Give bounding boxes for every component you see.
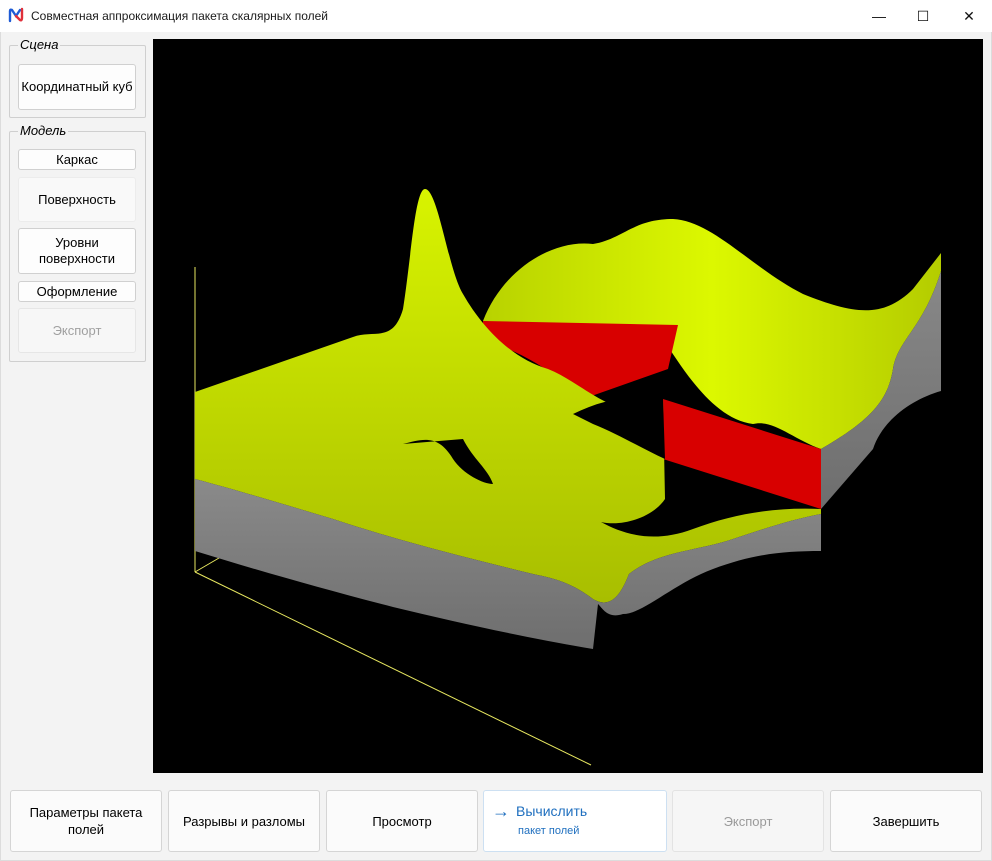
wireframe-button-label: Каркас bbox=[56, 151, 98, 167]
title-bar: Совместная аппроксимация пакета скалярны… bbox=[0, 0, 992, 32]
compute-button[interactable]: → Вычислить пакет полей bbox=[483, 790, 667, 852]
export-label: Экспорт bbox=[723, 813, 773, 829]
compute-label: Вычислить bbox=[516, 802, 588, 819]
arrow-right-icon: → bbox=[492, 801, 510, 821]
close-icon: ✕ bbox=[963, 7, 975, 24]
preview-button[interactable]: Просмотр bbox=[326, 790, 478, 852]
window-title: Совместная аппроксимация пакета скалярны… bbox=[31, 9, 329, 23]
model-export-button-label: Экспорт bbox=[52, 322, 102, 338]
compute-note: пакет полей bbox=[518, 825, 580, 837]
maximize-icon: ☐ bbox=[916, 7, 930, 24]
styling-button-label: Оформление bbox=[36, 283, 118, 299]
model-export-button[interactable]: Экспорт bbox=[18, 308, 136, 353]
surface-model-render bbox=[194, 189, 941, 766]
surface-button-label: Поверхность bbox=[38, 191, 116, 207]
minimize-button[interactable]: — bbox=[856, 0, 902, 32]
compute-row: → Вычислить bbox=[492, 802, 587, 820]
surface-button[interactable]: Поверхность bbox=[18, 177, 136, 222]
coordinate-cube-button-label: Координатный куб bbox=[21, 79, 133, 94]
field-package-parameters-label: Параметры пакета полей bbox=[29, 805, 143, 837]
model-group-legend: Модель bbox=[18, 123, 69, 138]
field-package-parameters-button[interactable]: Параметры пакета полей bbox=[10, 790, 162, 852]
close-button[interactable]: ✕ bbox=[946, 0, 992, 32]
finish-button[interactable]: Завершить bbox=[830, 790, 982, 852]
maximize-button[interactable]: ☐ bbox=[900, 0, 946, 32]
coordinate-cube-button[interactable]: Координатный куб bbox=[18, 64, 136, 110]
styling-button[interactable]: Оформление bbox=[18, 281, 136, 302]
wireframe-button[interactable]: Каркас bbox=[18, 149, 136, 170]
finish-label: Завершить bbox=[872, 813, 940, 829]
surface-levels-button[interactable]: Уровни поверхности bbox=[18, 228, 136, 274]
export-button[interactable]: Экспорт bbox=[672, 790, 824, 852]
faults-button[interactable]: Разрывы и разломы bbox=[168, 790, 320, 852]
preview-label: Просмотр bbox=[372, 813, 432, 829]
scene-group-legend: Сцена bbox=[18, 37, 61, 52]
app-logo-icon bbox=[8, 7, 24, 23]
surface-levels-button-label: Уровни поверхности bbox=[39, 235, 115, 266]
faults-label: Разрывы и разломы bbox=[183, 813, 305, 829]
minimize-icon: — bbox=[872, 8, 886, 24]
3d-viewport[interactable] bbox=[153, 39, 983, 773]
